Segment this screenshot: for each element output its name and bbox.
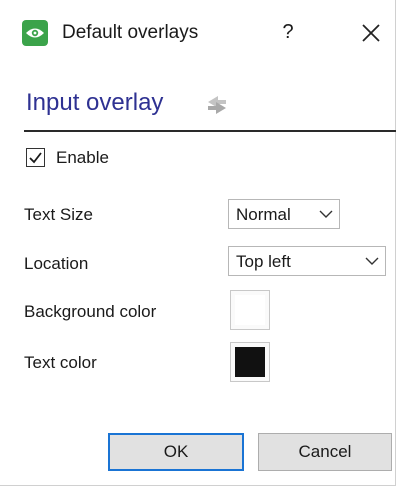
eye-icon xyxy=(22,20,48,46)
ok-button[interactable]: OK xyxy=(108,433,244,471)
text-color-swatch[interactable] xyxy=(230,342,270,382)
window-title: Default overlays xyxy=(62,22,199,43)
location-value: Top left xyxy=(236,252,291,271)
location-label: Location xyxy=(24,254,89,273)
text-color-label: Text color xyxy=(24,353,97,372)
chevron-down-icon xyxy=(319,210,333,218)
text-size-label: Text Size xyxy=(24,205,93,224)
background-color-swatch[interactable] xyxy=(230,290,270,330)
chevron-down-icon xyxy=(365,257,379,265)
background-color-label: Background color xyxy=(24,302,157,321)
enable-label: Enable xyxy=(56,148,109,167)
default-overlays-dialog: Default overlays ? Input overlay Enable … xyxy=(0,0,396,486)
checkmark-icon xyxy=(29,152,42,164)
refresh-icon[interactable] xyxy=(202,90,232,120)
text-size-select[interactable]: Normal xyxy=(228,199,340,229)
background-color-fill xyxy=(235,295,265,325)
text-color-fill xyxy=(235,347,265,377)
close-button[interactable] xyxy=(356,18,386,48)
section-divider xyxy=(24,130,396,132)
help-button[interactable]: ? xyxy=(276,18,300,46)
title-bar: Default overlays ? xyxy=(0,0,395,62)
section-title: Input overlay xyxy=(26,89,164,116)
enable-checkbox[interactable] xyxy=(26,148,45,167)
location-select[interactable]: Top left xyxy=(228,246,386,276)
close-icon xyxy=(362,24,380,42)
text-size-value: Normal xyxy=(236,205,291,224)
cancel-button[interactable]: Cancel xyxy=(258,433,392,471)
